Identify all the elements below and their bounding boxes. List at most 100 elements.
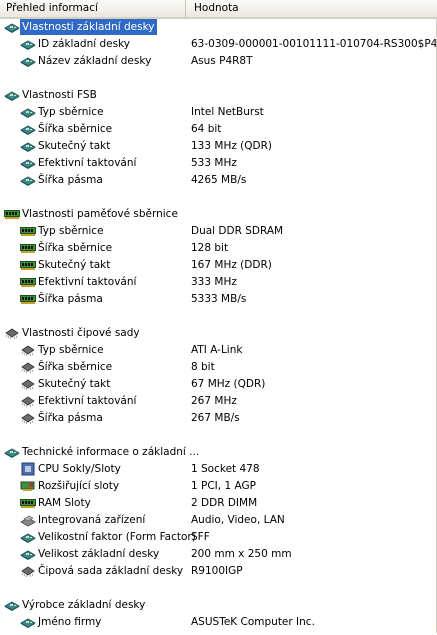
section-row[interactable]: Vlastnosti paměťové sběrnice — [0, 206, 437, 223]
property-row[interactable]: Jméno firmy ASUSTeK Computer Inc. — [0, 614, 437, 631]
property-value: 267 MB/s — [191, 412, 240, 424]
property-row[interactable]: Šířka pásma 267 MB/s — [0, 410, 437, 427]
column-header: Přehled informací Hodnota — [0, 0, 437, 19]
property-label: Skutečný takt — [38, 378, 111, 390]
property-row[interactable]: Efektivní taktování 533 MHz — [0, 155, 437, 172]
section-label: Vlastnosti základní desky — [20, 19, 157, 35]
property-label: Šířka sběrnice — [38, 242, 113, 254]
property-row[interactable]: Skutečný takt 133 MHz (QDR) — [0, 138, 437, 155]
property-row[interactable]: Velikostní faktor (Form Factor) SFF — [0, 529, 437, 546]
property-row[interactable]: Efektivní taktování 267 MHz — [0, 393, 437, 410]
property-row[interactable]: Typ sběrnice Dual DDR SDRAM — [0, 223, 437, 240]
property-label: Rozšiřující sloty — [38, 480, 120, 492]
section-label: Vlastnosti FSB — [22, 89, 97, 101]
property-value: SFF — [191, 531, 210, 543]
section-row[interactable]: Vlastnosti FSB — [0, 87, 437, 104]
property-value: 4265 MB/s — [191, 174, 247, 186]
property-label: ID základní desky — [38, 38, 130, 50]
section-label: Vlastnosti čipové sady — [22, 327, 140, 339]
motherboard-icon — [4, 88, 20, 102]
property-value: ATI A-Link — [191, 344, 243, 356]
property-value: Asus P4R8T — [191, 55, 253, 67]
memory-module-icon — [20, 224, 36, 238]
spacer-row — [0, 580, 437, 597]
chipset-icon — [20, 564, 36, 578]
spacer-row — [0, 70, 437, 87]
chipset-icon — [4, 326, 20, 340]
property-value: Audio, Video, LAN — [191, 514, 285, 526]
property-row[interactable]: Šířka pásma 4265 MB/s — [0, 172, 437, 189]
property-label: Název základní desky — [38, 55, 152, 67]
property-label: Efektivní taktování — [38, 157, 137, 169]
property-label: Šířka pásma — [38, 174, 103, 186]
section-row[interactable]: Vlastnosti čipové sady — [0, 325, 437, 342]
property-value: 333 MHz — [191, 276, 237, 288]
property-label: Čipová sada základní desky — [38, 565, 184, 577]
section-label: Vlastnosti paměťové sběrnice — [22, 208, 178, 220]
chipset-icon — [20, 343, 36, 357]
property-label: Šířka pásma — [38, 412, 103, 424]
property-value: 8 bit — [191, 361, 215, 373]
property-row[interactable]: Typ sběrnice ATI A-Link — [0, 342, 437, 359]
motherboard-icon — [4, 20, 20, 34]
property-row[interactable]: Integrovaná zařízení Audio, Video, LAN — [0, 512, 437, 529]
property-row[interactable]: Šířka pásma 5333 MB/s — [0, 291, 437, 308]
property-row[interactable]: Šířka sběrnice 128 bit — [0, 240, 437, 257]
column-header-field[interactable]: Přehled informací — [0, 0, 186, 17]
property-label: Skutečný takt — [38, 140, 111, 152]
cpu-icon — [20, 462, 36, 476]
property-label: Šířka pásma — [38, 293, 103, 305]
spacer-row — [0, 308, 437, 325]
property-row[interactable]: Efektivní taktování 333 MHz — [0, 274, 437, 291]
property-value: 533 MHz — [191, 157, 237, 169]
integrated-devices-icon — [20, 513, 36, 527]
motherboard-icon — [20, 173, 36, 187]
chipset-icon — [20, 411, 36, 425]
section-row[interactable]: Výrobce základní desky — [0, 597, 437, 614]
property-value: Dual DDR SDRAM — [191, 225, 284, 237]
property-value: 1 Socket 478 — [191, 463, 260, 475]
property-row[interactable]: Typ sběrnice Intel NetBurst — [0, 104, 437, 121]
property-row[interactable]: Skutečný takt 67 MHz (QDR) — [0, 376, 437, 393]
property-row[interactable]: Velikost základní desky 200 mm x 250 mm — [0, 546, 437, 563]
property-label: Integrovaná zařízení — [38, 514, 146, 526]
chipset-icon — [20, 360, 36, 374]
property-row[interactable]: Název základní desky Asus P4R8T — [0, 53, 437, 70]
property-row[interactable]: Rozšiřující sloty 1 PCI, 1 AGP — [0, 478, 437, 495]
motherboard-icon — [20, 105, 36, 119]
property-label: CPU Sokly/Sloty — [38, 463, 121, 475]
property-value: 2 DDR DIMM — [191, 497, 258, 509]
property-row[interactable]: Šířka sběrnice 64 bit — [0, 121, 437, 138]
memory-module-icon — [20, 241, 36, 255]
property-row[interactable]: Šířka sběrnice 8 bit — [0, 359, 437, 376]
memory-module-icon — [20, 258, 36, 272]
memory-module-icon — [20, 275, 36, 289]
property-value: 67 MHz (QDR) — [191, 378, 266, 390]
expansion-card-icon — [20, 479, 36, 493]
property-label: Typ sběrnice — [38, 106, 104, 118]
section-label: Výrobce základní desky — [22, 599, 146, 611]
property-label: Typ sběrnice — [38, 225, 104, 237]
property-value: 128 bit — [191, 242, 229, 254]
motherboard-icon — [20, 530, 36, 544]
property-value: 267 MHz — [191, 395, 237, 407]
spacer-row — [0, 427, 437, 444]
motherboard-icon — [20, 615, 36, 629]
motherboard-icon — [20, 54, 36, 68]
motherboard-icon — [20, 37, 36, 51]
property-row[interactable]: ID základní desky 63-0309-000001-00101111… — [0, 36, 437, 53]
property-row[interactable]: CPU Sokly/Sloty 1 Socket 478 — [0, 461, 437, 478]
property-label: Skutečný takt — [38, 259, 111, 271]
property-row[interactable]: RAM Sloty 2 DDR DIMM — [0, 495, 437, 512]
section-row[interactable]: Technické informace o základní ... — [0, 444, 437, 461]
motherboard-icon — [20, 122, 36, 136]
property-value: 200 mm x 250 mm — [191, 548, 292, 560]
property-label: Šířka sběrnice — [38, 123, 113, 135]
chipset-icon — [20, 377, 36, 391]
property-row[interactable]: Čipová sada základní desky R9100IGP — [0, 563, 437, 580]
property-value: 63-0309-000001-00101111-010704-RS300$P4R… — [191, 38, 437, 50]
property-row[interactable]: Skutečný takt 167 MHz (DDR) — [0, 257, 437, 274]
section-row[interactable]: Vlastnosti základní desky — [0, 19, 437, 36]
property-label: Velikostní faktor (Form Factor) — [38, 531, 196, 543]
column-header-value[interactable]: Hodnota — [186, 0, 437, 17]
